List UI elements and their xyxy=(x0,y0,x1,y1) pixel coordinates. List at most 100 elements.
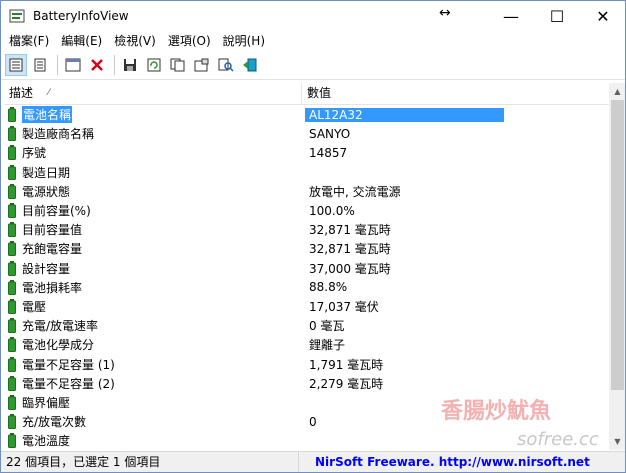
list-item[interactable]: 電池名稱 AL12A32 xyxy=(4,105,609,124)
title-bar: BatteryInfoView ↔ — ☐ ✕ xyxy=(1,1,625,31)
list-item-value: 放電中, 交流電源 xyxy=(309,184,401,199)
list-item-description: 電池化學成分 xyxy=(22,338,95,353)
list-item[interactable]: 電量不足容量 (1) 1,791 毫瓦時 xyxy=(4,354,609,373)
properties-icon[interactable] xyxy=(191,54,213,76)
battery-icon xyxy=(8,337,16,353)
battery-icon xyxy=(8,241,16,257)
menu-help[interactable]: 說明(H) xyxy=(217,31,271,51)
list-item-description: 充飽電容量 xyxy=(22,242,83,257)
list-item-value: 2,279 毫瓦時 xyxy=(309,376,384,391)
list-item[interactable]: 電量不足容量 (2) 2,279 毫瓦時 xyxy=(4,374,609,393)
list-item[interactable]: 電源狀態 放電中, 交流電源 xyxy=(4,182,609,201)
list-item-description-cell: 目前容量(%) xyxy=(4,202,302,219)
minimize-button[interactable]: — xyxy=(488,1,534,31)
battery-info-icon[interactable] xyxy=(5,54,27,76)
list-item-description-cell: 電池名稱 xyxy=(4,106,302,124)
nirsoft-link[interactable]: NirSoft Freeware. http://www.nirsoft.net xyxy=(299,452,590,472)
list-item[interactable]: 設計容量 37,000 毫瓦時 xyxy=(4,259,609,278)
menu-bar: 檔案(F) 編輯(E) 檢視(V) 選項(O) 說明(H) xyxy=(1,31,625,51)
scrollbar-thumb[interactable] xyxy=(611,100,624,390)
list-item[interactable]: 充電/放電速率 0 毫瓦 xyxy=(4,316,609,335)
list-item-description: 目前容量(%) xyxy=(22,204,91,219)
save-icon[interactable] xyxy=(119,54,141,76)
vertical-scrollbar[interactable]: ▲ ▼ xyxy=(609,83,625,450)
menu-options[interactable]: 選項(O) xyxy=(162,31,217,51)
battery-icon xyxy=(8,203,16,219)
resize-cursor-icon: ↔ xyxy=(439,5,451,21)
list-item-description: 充電/放電速率 xyxy=(22,319,99,334)
window-title: BatteryInfoView xyxy=(33,9,129,23)
list-item-description-cell: 電池溫度 xyxy=(4,432,302,449)
list-item-description-cell: 電池化學成分 xyxy=(4,336,302,353)
list-item-description: 電池名稱 xyxy=(22,106,73,124)
menu-edit[interactable]: 編輯(E) xyxy=(55,31,108,51)
list-item[interactable]: 電池化學成分 鋰離子 xyxy=(4,335,609,354)
battery-icon xyxy=(8,183,16,199)
delete-icon[interactable] xyxy=(86,54,108,76)
battery-icon xyxy=(8,414,16,430)
menu-view[interactable]: 檢視(V) xyxy=(108,31,162,51)
list-item-value: 100.0% xyxy=(309,203,355,218)
maximize-button[interactable]: ☐ xyxy=(534,1,580,31)
list-item-description-cell: 電量不足容量 (2) xyxy=(4,375,302,392)
copy-icon[interactable] xyxy=(167,54,189,76)
column-header-description[interactable]: 描述 ⁄ xyxy=(4,83,302,104)
list-item-description-cell: 充電/放電速率 xyxy=(4,317,302,334)
list-item[interactable]: 製造廠商名稱 SANYO xyxy=(4,124,609,143)
list-item-description-cell: 充/放電次數 xyxy=(4,413,302,430)
list-item-description-cell: 目前容量值 xyxy=(4,221,302,238)
column-header-value[interactable]: 數值 xyxy=(302,83,609,104)
app-window: BatteryInfoView ↔ — ☐ ✕ 檔案(F) 編輯(E) 檢視(V… xyxy=(0,0,626,473)
battery-icon xyxy=(8,394,16,410)
list-item-description-cell: 充飽電容量 xyxy=(4,240,302,257)
battery-icon xyxy=(8,433,16,449)
menu-file[interactable]: 檔案(F) xyxy=(3,31,55,51)
column-header-value-label: 數值 xyxy=(307,86,332,100)
list-item-description: 目前容量值 xyxy=(22,223,83,238)
status-bar: 22 個項目，已選定 1 個項目 NirSoft Freeware. http:… xyxy=(1,451,625,472)
list-item[interactable]: 序號 14857 xyxy=(4,143,609,162)
list-item-description: 製造日期 xyxy=(22,165,71,180)
battery-icon xyxy=(8,318,16,334)
list-item-description-cell: 臨界偏壓 xyxy=(4,394,302,411)
html-report-icon[interactable] xyxy=(62,54,84,76)
list-item-description-cell: 製造廠商名稱 xyxy=(4,125,302,142)
battery-icon xyxy=(8,375,16,391)
exit-icon[interactable] xyxy=(239,54,261,76)
toolbar-separator xyxy=(114,55,115,75)
battery-icon xyxy=(8,298,16,314)
list-item-description: 序號 xyxy=(22,146,47,161)
list-item-description-cell: 電源狀態 xyxy=(4,183,302,200)
battery-icon xyxy=(8,260,16,276)
list-item-description-cell: 電量不足容量 (1) xyxy=(4,356,302,373)
list-item-description: 電量不足容量 (1) xyxy=(22,357,115,372)
list-item-value: AL12A32 xyxy=(305,107,504,122)
list-item[interactable]: 目前容量值 32,871 毫瓦時 xyxy=(4,220,609,239)
list-item-description: 充/放電次數 xyxy=(22,415,87,430)
battery-icon xyxy=(8,126,16,142)
find-icon[interactable] xyxy=(215,54,237,76)
list-item-description: 電量不足容量 (2) xyxy=(22,376,115,391)
watermark-site: sofree.cc xyxy=(517,429,599,450)
list-item[interactable]: 電壓 17,037 毫伏 xyxy=(4,297,609,316)
list-item-description-cell: 電壓 xyxy=(4,298,302,315)
toolbar xyxy=(1,51,625,80)
close-button[interactable]: ✕ xyxy=(580,1,625,31)
watermark-logo: 香腸炒魷魚 xyxy=(441,399,552,424)
column-header-description-label: 描述 xyxy=(9,86,34,100)
scroll-down-arrow[interactable]: ▼ xyxy=(609,433,625,450)
list-item-value: 鋰離子 xyxy=(309,338,346,353)
status-item-count: 22 個項目，已選定 1 個項目 xyxy=(1,452,299,472)
list-item-description: 電池損耗率 xyxy=(22,280,83,295)
battery-icon xyxy=(8,164,16,180)
list-item[interactable]: 目前容量(%) 100.0% xyxy=(4,201,609,220)
battery-icon xyxy=(8,356,16,372)
list-item[interactable]: 製造日期 xyxy=(4,163,609,182)
refresh-icon[interactable] xyxy=(143,54,165,76)
list-item[interactable]: 電池損耗率 88.8% xyxy=(4,278,609,297)
scroll-up-arrow[interactable]: ▲ xyxy=(609,83,625,100)
battery-icon xyxy=(8,279,16,295)
battery-log-icon[interactable] xyxy=(29,54,51,76)
list-item-description: 電壓 xyxy=(22,299,47,314)
list-item[interactable]: 充飽電容量 32,871 毫瓦時 xyxy=(4,239,609,258)
